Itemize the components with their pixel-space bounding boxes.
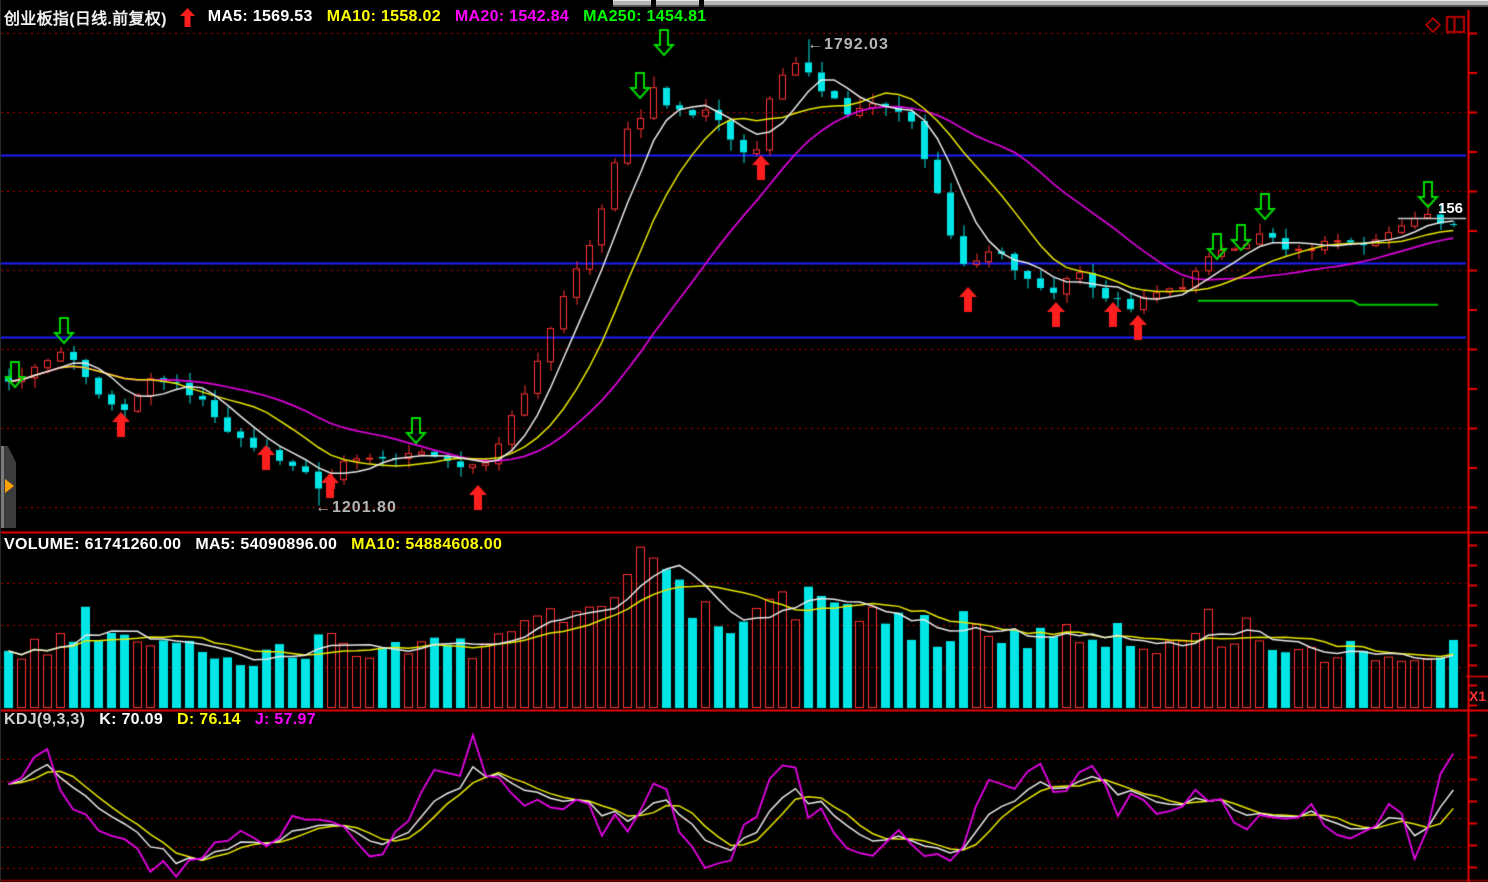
value-label: MA10: 54884608.00	[351, 536, 502, 554]
value-label: VOLUME: 61741260.00	[4, 536, 181, 554]
sidebar-expand-handle[interactable]	[1, 446, 16, 528]
expand-arrow-icon	[5, 479, 14, 493]
ma-values: MA5: 1569.53 MA10: 1558.02 MA20: 1542.84 MA…	[208, 8, 707, 26]
up-arrow-icon	[180, 8, 195, 27]
value-label: MA20: 1542.84	[455, 8, 569, 26]
window-restore-icon[interactable]	[1445, 14, 1467, 36]
value-label: K: 70.09	[99, 711, 163, 729]
volume-values: VOLUME: 61741260.00 MA5: 54090896.00 MA10:…	[4, 536, 502, 554]
annotation-low-price: ←1201.80	[315, 499, 397, 517]
diamond-icon[interactable]	[1423, 15, 1443, 35]
chart-canvas[interactable]	[1, 0, 1488, 882]
value-label: KDJ(9,3,3)	[4, 711, 85, 729]
annotation-peak-price: ←1792.03	[807, 36, 889, 54]
volume-header: VOLUME: 61741260.00 MA5: 54090896.00 MA10:…	[4, 536, 502, 554]
kdj-values: KDJ(9,3,3) K: 70.09 D: 76.14 J: 57.97	[4, 711, 316, 729]
kdj-header: KDJ(9,3,3) K: 70.09 D: 76.14 J: 57.97	[4, 711, 316, 729]
value-label: MA5: 1569.53	[208, 8, 313, 26]
value-label: J: 57.97	[255, 711, 316, 729]
symbol-title: 创业板指(日线.前复权)	[4, 5, 167, 29]
main-chart-header: 创业板指(日线.前复权) MA5: 1569.53MA10: 1558.02MA…	[4, 5, 707, 29]
value-label: MA10: 1558.02	[327, 8, 441, 26]
toolbar-edge	[704, 0, 1488, 7]
value-label: MA5: 54090896.00	[195, 536, 337, 554]
app-root: 创业板指(日线.前复权) MA5: 1569.53MA10: 1558.02MA…	[0, 0, 1488, 882]
value-label: D: 76.14	[177, 711, 241, 729]
volume-unit-label: X1	[1469, 688, 1486, 704]
value-label: MA250: 1454.81	[583, 8, 706, 26]
last-price-label: 156	[1438, 200, 1463, 217]
